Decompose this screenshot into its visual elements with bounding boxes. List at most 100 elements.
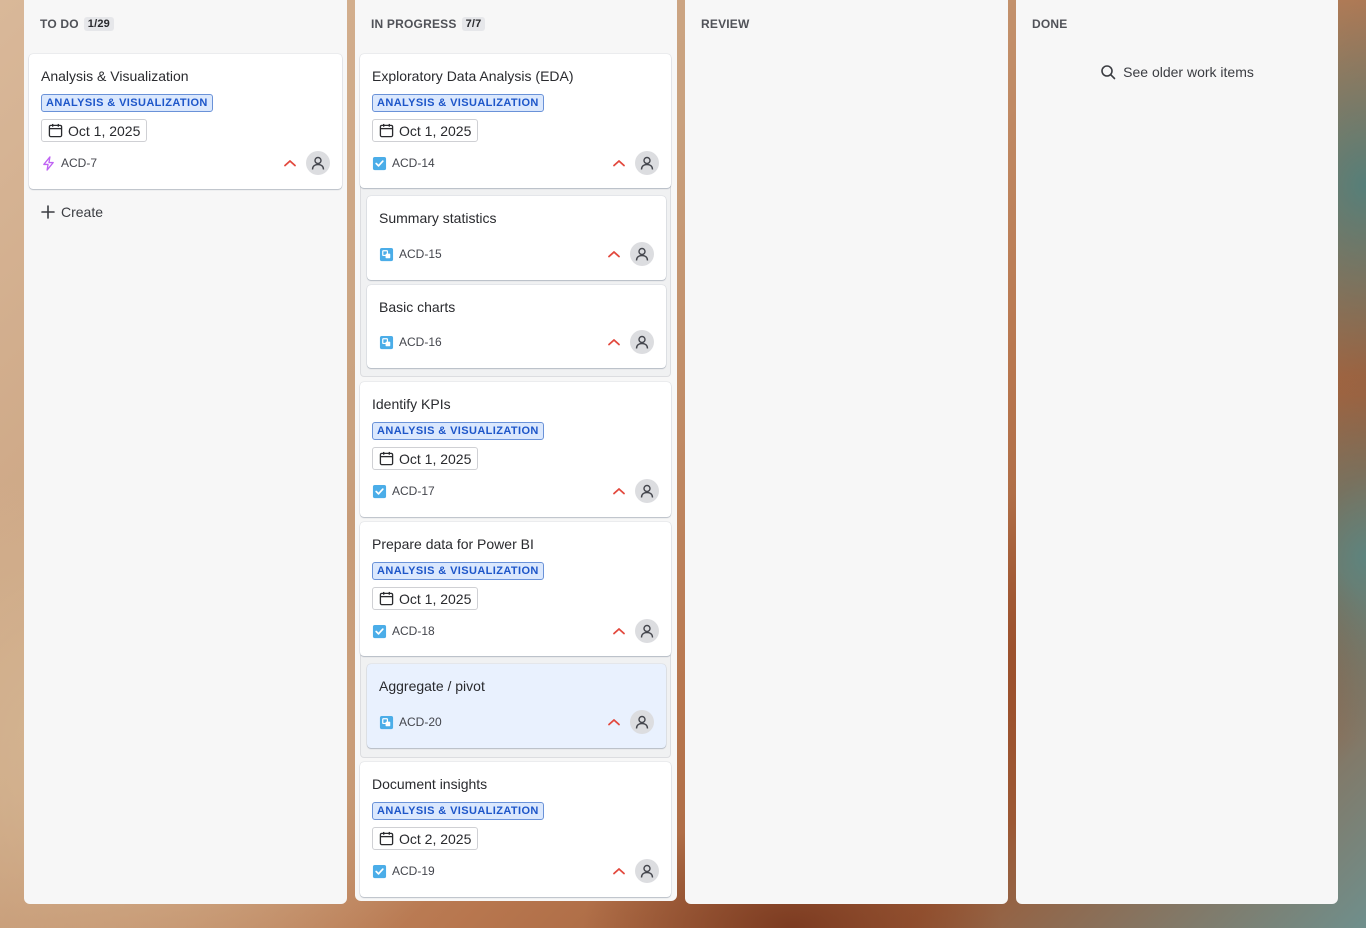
column-count: 1/29 [83, 17, 114, 31]
person-icon [640, 624, 654, 638]
column-done: DONE See older work items [1016, 0, 1338, 904]
task-icon [372, 624, 387, 638]
subtask-group: Aggregate / pivot ACD-20 [360, 655, 671, 758]
subtask-icon [379, 715, 394, 729]
card-title[interactable]: Exploratory Data Analysis (EDA) [372, 68, 574, 84]
subtask-card[interactable]: Basic charts ACD-16 [367, 285, 666, 368]
card-footer: ACD-14 [372, 151, 659, 175]
work-item-card[interactable]: Exploratory Data Analysis (EDA) ANALYSIS… [360, 54, 671, 188]
issue-key[interactable]: ACD-17 [392, 484, 435, 498]
assignee-avatar[interactable] [635, 151, 659, 175]
card-title[interactable]: Aggregate / pivot [379, 678, 485, 694]
issue-key[interactable]: ACD-20 [399, 715, 442, 729]
subtask-card[interactable]: Aggregate / pivot ACD-20 [367, 664, 666, 748]
card-title[interactable]: Document insights [372, 776, 487, 792]
card-footer: ACD-16 [379, 330, 654, 354]
issue-key[interactable]: ACD-18 [392, 624, 435, 638]
date-text: Oct 1, 2025 [399, 122, 472, 139]
create-button[interactable]: Create [41, 202, 103, 222]
task-icon [372, 156, 387, 170]
person-icon [635, 715, 649, 729]
column-count: 7/7 [461, 17, 486, 31]
assignee-avatar[interactable] [635, 619, 659, 643]
calendar-icon [379, 831, 394, 846]
due-date[interactable]: Oct 1, 2025 [41, 119, 148, 142]
column-title: TO DO [40, 17, 79, 31]
issue-key[interactable]: ACD-15 [399, 247, 442, 261]
person-icon [635, 335, 649, 349]
person-icon [640, 156, 654, 170]
issue-key[interactable]: ACD-19 [392, 864, 435, 878]
issue-key[interactable]: ACD-14 [392, 156, 435, 170]
label-badge[interactable]: ANALYSIS & VISUALIZATION [41, 94, 213, 112]
card-title[interactable]: Summary statistics [379, 210, 496, 226]
column-todo: TO DO 1/29 Analysis & Visualization ANAL… [24, 0, 347, 904]
assignee-avatar[interactable] [306, 151, 330, 175]
date-text: Oct 1, 2025 [399, 590, 472, 607]
card-title[interactable]: Basic charts [379, 299, 455, 315]
issue-key[interactable]: ACD-16 [399, 335, 442, 349]
issue-key[interactable]: ACD-7 [61, 156, 97, 170]
card-footer: ACD-18 [372, 619, 659, 643]
due-date[interactable]: Oct 2, 2025 [372, 827, 479, 850]
card-title[interactable]: Prepare data for Power BI [372, 536, 534, 552]
calendar-icon [379, 123, 394, 138]
work-item-card[interactable]: Analysis & Visualization ANALYSIS & VISU… [29, 54, 342, 189]
subtask-icon [379, 335, 394, 349]
person-icon [640, 484, 654, 498]
subtask-card[interactable]: Summary statistics ACD-15 [367, 196, 666, 280]
work-item-card[interactable]: Prepare data for Power BI ANALYSIS & VIS… [360, 522, 671, 656]
priority-high-icon [613, 868, 625, 875]
card-title[interactable]: Identify KPIs [372, 396, 451, 412]
card-footer: ACD-15 [379, 242, 654, 266]
work-item-card[interactable]: Document insights ANALYSIS & VISUALIZATI… [360, 762, 671, 897]
search-icon [1101, 65, 1116, 80]
column-header-in-progress: IN PROGRESS 7/7 [371, 16, 486, 32]
priority-high-icon [608, 339, 620, 346]
assignee-avatar[interactable] [630, 710, 654, 734]
card-title[interactable]: Analysis & Visualization [41, 68, 189, 84]
column-in-progress: IN PROGRESS 7/7 Summary statistics ACD-1… [355, 0, 677, 901]
calendar-icon [379, 451, 394, 466]
label-badge[interactable]: ANALYSIS & VISUALIZATION [372, 562, 544, 580]
plus-icon [41, 205, 55, 219]
date-text: Oct 1, 2025 [399, 450, 472, 467]
card-footer: ACD-7 [41, 151, 330, 175]
priority-high-icon [284, 160, 296, 167]
priority-high-icon [608, 251, 620, 258]
card-footer: ACD-17 [372, 479, 659, 503]
person-icon [640, 864, 654, 878]
due-date[interactable]: Oct 1, 2025 [372, 447, 479, 470]
column-header-todo: TO DO 1/29 [40, 16, 114, 32]
task-icon [372, 484, 387, 498]
label-badge[interactable]: ANALYSIS & VISUALIZATION [372, 802, 544, 820]
column-review: REVIEW [685, 0, 1008, 904]
assignee-avatar[interactable] [630, 330, 654, 354]
subtask-icon [379, 247, 394, 261]
column-title: DONE [1032, 17, 1068, 31]
date-text: Oct 1, 2025 [68, 122, 141, 139]
subtask-group: Summary statistics ACD-15 Basic charts A… [360, 186, 671, 377]
priority-high-icon [613, 628, 625, 635]
priority-high-icon [608, 719, 620, 726]
calendar-icon [379, 591, 394, 606]
label-badge[interactable]: ANALYSIS & VISUALIZATION [372, 94, 544, 112]
due-date[interactable]: Oct 1, 2025 [372, 587, 479, 610]
person-icon [311, 156, 325, 170]
date-text: Oct 2, 2025 [399, 830, 472, 847]
card-footer: ACD-19 [372, 859, 659, 883]
task-icon [372, 864, 387, 878]
due-date[interactable]: Oct 1, 2025 [372, 119, 479, 142]
column-title: IN PROGRESS [371, 17, 457, 31]
column-header-done: DONE [1032, 16, 1067, 32]
person-icon [635, 247, 649, 261]
older-label: See older work items [1123, 64, 1254, 80]
create-label: Create [61, 204, 104, 220]
see-older-work-items-link[interactable]: See older work items [1016, 64, 1338, 80]
label-badge[interactable]: ANALYSIS & VISUALIZATION [372, 422, 544, 440]
assignee-avatar[interactable] [635, 859, 659, 883]
work-item-card[interactable]: Identify KPIs ANALYSIS & VISUALIZATION O… [360, 382, 671, 517]
assignee-avatar[interactable] [635, 479, 659, 503]
priority-high-icon [613, 160, 625, 167]
assignee-avatar[interactable] [630, 242, 654, 266]
